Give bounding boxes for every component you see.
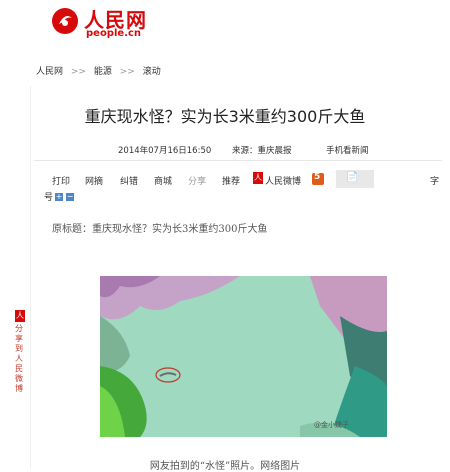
lake-photo	[100, 276, 387, 437]
correct-button[interactable]: 纠错	[120, 174, 138, 187]
font-decrease-button[interactable]: −	[66, 193, 74, 201]
article-source[interactable]: 来源：重庆晨报	[232, 144, 292, 156]
excerpt-button[interactable]: 网摘	[85, 174, 103, 187]
share-to-weibo-sidebar[interactable]: 分享到人民微博	[13, 310, 27, 394]
mall-button[interactable]: 商城	[154, 174, 172, 187]
document-button[interactable]: 📄	[336, 170, 374, 188]
share-service-icon[interactable]	[312, 172, 324, 185]
original-title: 原标题：重庆现水怪？实为长3米重约300斤大鱼	[52, 224, 268, 235]
people-logo-icon	[52, 8, 78, 34]
divider	[34, 160, 442, 161]
breadcrumb: 人民网 >> 能源 >> 滚动	[36, 64, 166, 77]
breadcrumb-separator: >>	[119, 67, 135, 77]
breadcrumb-separator: >>	[70, 67, 86, 77]
font-size-label-hao: 号	[44, 193, 54, 203]
people-weibo-icon	[15, 310, 25, 322]
photo-watermark: @金小婕子	[314, 421, 349, 429]
breadcrumb-scroll[interactable]: 滚动	[143, 67, 161, 77]
font-increase-button[interactable]: +	[55, 193, 63, 201]
breadcrumb-energy[interactable]: 能源	[94, 67, 112, 77]
logo-domain: people.cn	[86, 28, 142, 39]
share-to-weibo-text: 分享到人民微博	[15, 324, 23, 393]
recommend-label: 推荐	[222, 177, 241, 187]
breadcrumb-home[interactable]: 人民网	[36, 67, 63, 77]
mobile-news-link[interactable]: 手机看新闻	[326, 144, 369, 156]
people-logo[interactable]: 人民网 people.cn	[50, 4, 160, 40]
print-button[interactable]: 打印	[52, 174, 70, 187]
font-size-label: 字	[430, 177, 440, 187]
share-label: 分享	[188, 177, 207, 187]
article-datetime: 2014年07月16日16:50	[118, 146, 212, 156]
photo-caption: 网友拍到的“水怪”照片。网络图片	[149, 461, 301, 472]
people-weibo-icon[interactable]	[253, 172, 263, 184]
article-photo	[100, 276, 387, 437]
document-icon: 📄	[346, 172, 359, 183]
people-weibo-link[interactable]: 人民微博	[265, 174, 301, 187]
article-title: 重庆现水怪？实为长3米重约300斤大鱼	[84, 107, 366, 126]
